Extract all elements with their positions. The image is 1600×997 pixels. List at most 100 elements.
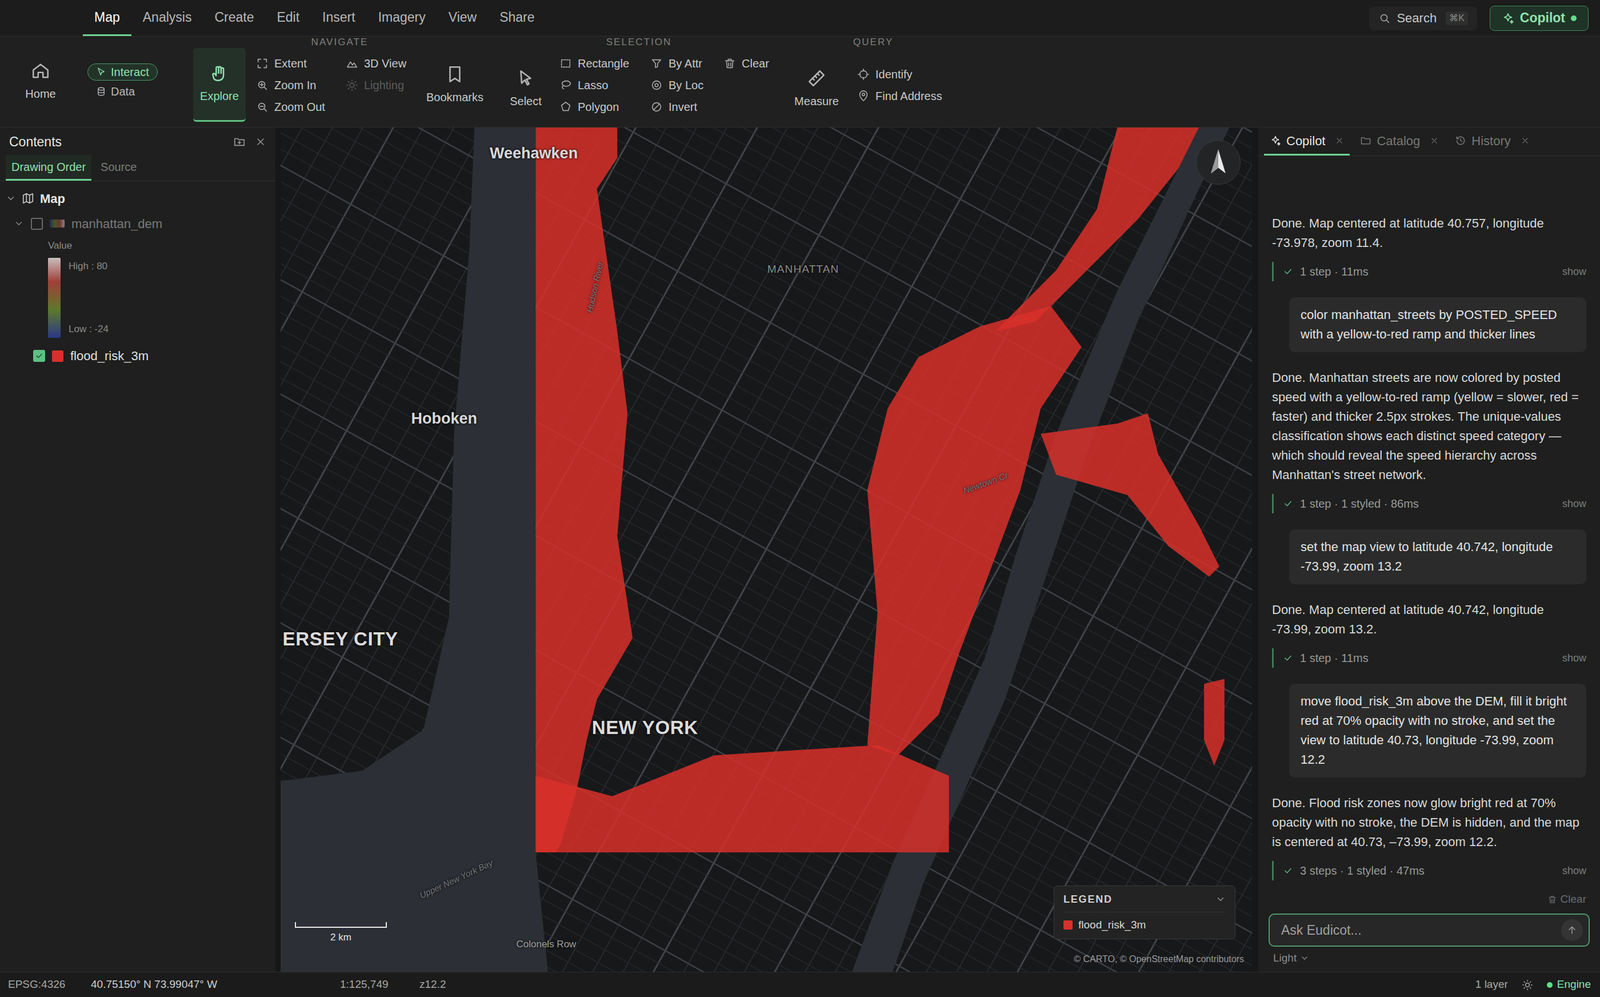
close-panel-button[interactable] — [254, 136, 267, 148]
flood-zone[interactable] — [535, 745, 949, 853]
ribbon-tool[interactable]: Identify — [857, 63, 943, 86]
ribbon-tool-label: Find Address — [875, 87, 943, 105]
ribbon-tool-label: 3D View — [364, 54, 407, 72]
ribbon: HomeInteractDataExploreNAVIGATEExtentZoo… — [0, 36, 1600, 128]
ribbon-tool[interactable]: Rectangle — [559, 52, 651, 75]
add-group-button[interactable] — [233, 135, 246, 148]
flood-zone[interactable] — [1204, 678, 1225, 766]
ribbon-tool[interactable]: By Attr — [650, 52, 724, 75]
select-button[interactable]: Select — [505, 36, 546, 127]
user-message: color manhattan_streets by POSTED_SPEED … — [1289, 297, 1587, 352]
menu-tab[interactable]: Analysis — [131, 0, 204, 36]
panel-tab[interactable]: History — [1449, 127, 1535, 156]
panel-tab[interactable]: Copilot — [1264, 127, 1350, 156]
ribbon-tool-label: Lasso — [577, 76, 608, 94]
map-icon — [21, 192, 35, 205]
step-summary[interactable]: 1 step · 1 styled · 86msshow — [1272, 493, 1587, 514]
explore-button[interactable]: Explore — [193, 48, 246, 122]
step-summary[interactable]: 1 step · 11ms show — [1272, 261, 1587, 282]
menu-tab[interactable]: Edit — [265, 0, 311, 36]
measure-button[interactable]: Measure — [785, 36, 848, 127]
message-text: Done. Map centered at latitude 40.757, l… — [1272, 213, 1587, 253]
assistant-message: Done. Manhattan streets are now colored … — [1272, 368, 1587, 514]
flood-zone[interactable] — [867, 306, 1082, 756]
ribbon-tool[interactable]: Polygon — [559, 96, 651, 118]
contents-tab[interactable]: Drawing Order — [5, 154, 92, 181]
mode-option[interactable]: Data — [87, 82, 144, 100]
tool-column: 3D View Lighting — [345, 52, 424, 118]
map-node[interactable]: Map — [0, 185, 276, 211]
chat-input[interactable] — [1281, 920, 1556, 940]
flood-zone[interactable] — [1040, 413, 1220, 577]
ribbon-tool[interactable]: Invert — [650, 96, 724, 118]
raster-swatch — [49, 219, 65, 228]
check-icon — [1282, 652, 1294, 663]
menu-tab[interactable]: Share — [488, 0, 546, 36]
menu-tabs: MapAnalysisCreateEditInsertImageryViewSh… — [82, 0, 547, 36]
basemap — [280, 127, 1252, 972]
panel-tab[interactable]: Catalog — [1354, 127, 1445, 156]
coordinates: 40.75150° N 73.99047° W — [90, 976, 340, 993]
home-icon — [30, 61, 51, 81]
show-steps-button[interactable]: show — [1562, 862, 1587, 879]
step-summary[interactable]: 3 steps · 1 styled · 47msshow — [1272, 860, 1587, 880]
layer-checkbox[interactable] — [33, 349, 46, 362]
ribbon-tool[interactable]: By Loc — [650, 74, 724, 96]
message-text: color manhattan_streets by POSTED_SPEED … — [1300, 305, 1575, 344]
bookmarks-button-label: Bookmarks — [426, 88, 484, 106]
map-label: Colonels Row — [516, 936, 577, 952]
home-button[interactable]: Home — [11, 36, 70, 127]
bookmarks-button[interactable]: Bookmarks — [423, 52, 487, 118]
scale-readout: 1:125,749 — [340, 976, 420, 993]
ribbon-tool[interactable]: Lasso — [559, 74, 651, 96]
ribbon-tool[interactable]: Zoom In — [256, 74, 346, 96]
message-text: move flood_risk_3m above the DEM, fill i… — [1300, 691, 1575, 770]
map-view[interactable]: WeehawkenMANHATTANHudson RiverHobokenNew… — [280, 127, 1252, 972]
splitter[interactable] — [1252, 127, 1259, 972]
theme-dropdown[interactable]: Light — [1258, 946, 1600, 970]
mode-toggle: InteractData — [87, 36, 175, 127]
ribbon-tool[interactable]: Clear — [723, 52, 781, 75]
ribbon-tool[interactable]: Extent — [256, 52, 346, 75]
layer-checkbox[interactable] — [30, 217, 43, 230]
ribbon-tool[interactable]: Find Address — [857, 85, 943, 107]
contents-actions — [233, 135, 267, 148]
splitter[interactable] — [275, 127, 281, 972]
menu-tab[interactable]: Insert — [310, 0, 367, 36]
bookmark-icon — [445, 64, 465, 84]
search-label: Search — [1396, 8, 1437, 28]
layer-row[interactable]: manhattan_dem — [0, 210, 276, 236]
ribbon-tool[interactable]: Zoom Out — [256, 96, 346, 118]
ribbon-tool[interactable]: 3D View — [345, 52, 424, 75]
navigate-tools: ExtentZoom InZoom Out 3D View Lighting Book… — [256, 52, 487, 118]
show-steps-button[interactable]: show — [1562, 264, 1587, 280]
compass-button[interactable] — [1196, 140, 1241, 185]
show-steps-button[interactable]: show — [1562, 496, 1587, 512]
legend-label: flood_risk_3m — [1078, 916, 1146, 934]
menu-tab[interactable]: Map — [82, 0, 132, 36]
ribbon-tool[interactable]: Lighting — [345, 74, 424, 96]
search-button[interactable]: Search⌘K — [1369, 6, 1477, 31]
show-steps-button[interactable]: show — [1562, 650, 1587, 666]
flood-zone[interactable] — [994, 127, 1199, 332]
send-button[interactable] — [1561, 918, 1583, 941]
step-label: 1 step · 11ms — [1300, 649, 1369, 667]
copilot-button[interactable]: Copilot — [1489, 5, 1589, 31]
layer-row[interactable]: flood_risk_3m — [0, 343, 276, 369]
menu-tab[interactable]: View — [437, 0, 488, 36]
clear-chat-button[interactable]: Clear — [1258, 889, 1600, 909]
legend-header[interactable]: LEGEND — [1063, 891, 1226, 907]
flood-zone[interactable] — [535, 127, 633, 852]
step-label: 1 step · 11ms — [1300, 262, 1369, 280]
mode-option[interactable]: Interact — [87, 63, 158, 81]
menu-tab[interactable]: Create — [202, 0, 266, 36]
status-dot — [1546, 981, 1553, 988]
contents-tab[interactable]: Source — [94, 154, 143, 181]
polygon-icon — [559, 100, 572, 114]
color-ramp — [48, 257, 61, 338]
ribbon-tool-label: Lighting — [364, 76, 404, 94]
theme-toggle[interactable] — [1521, 978, 1534, 991]
contents-header: Contents — [0, 127, 276, 156]
step-summary[interactable]: 1 step · 11ms show — [1272, 648, 1587, 668]
menu-tab[interactable]: Imagery — [366, 0, 438, 36]
